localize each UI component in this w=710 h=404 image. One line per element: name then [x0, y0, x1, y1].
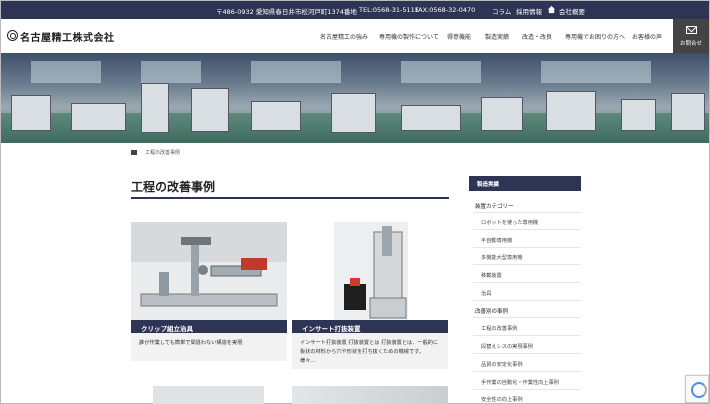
insert-punch-photo: [292, 222, 448, 322]
site-logo[interactable]: 名古屋精工株式会社: [20, 29, 115, 44]
title-underline: [131, 197, 449, 199]
column-link[interactable]: コラム: [492, 6, 511, 16]
breadcrumb-current: 工程の改善事例: [145, 150, 181, 156]
sidebar-category-heading: 装置カテゴリー: [475, 204, 514, 210]
page-title: 工程の改善事例: [131, 180, 216, 194]
sidebar-item-process[interactable]: 工程の改善事例: [481, 325, 517, 332]
card-caption: インサート打抜装置: [292, 320, 448, 333]
nav-functions[interactable]: 得意機能: [447, 32, 471, 41]
sidebar-item-robot[interactable]: ロボットを使った専用機: [481, 219, 538, 226]
nav-voice[interactable]: お客様の声: [632, 32, 662, 41]
sidebar-title: 製造実績: [469, 176, 581, 191]
sidebar-item-changeover[interactable]: 段替えレスの実現事例: [481, 343, 533, 350]
sidebar-item-safety[interactable]: 安全性の向上事例: [481, 396, 523, 403]
nav-strengths[interactable]: 名古屋精工の強み: [320, 32, 368, 41]
sidebar-item-automation[interactable]: 手作業の自動化・作業性向上事例: [481, 379, 559, 386]
site-header: 名古屋精工株式会社 名古屋精工の強み 専用機の製作について 得意機能 製造実績 …: [1, 19, 709, 53]
card-description: 誰が作業しても簡単で間違わない構造を実現: [131, 333, 287, 361]
sidebar-item-jig[interactable]: 治具: [481, 290, 491, 297]
sidebar-item-multi-function[interactable]: 多機能大型専用機: [481, 254, 523, 261]
card-description: インサート打抜装置 打抜装置とは 打抜装置とは、一般的に板状の材料から穴や形状を…: [292, 333, 448, 369]
house-icon: [547, 5, 556, 14]
top-bar: 〒486-0932 愛知県春日井市松河戸町1374番地 TEL:0568-31-…: [1, 1, 709, 19]
recaptcha-badge[interactable]: [685, 375, 709, 403]
address-text: 〒486-0932 愛知県春日井市松河戸町1374番地: [216, 8, 357, 16]
sidebar-improvement-heading: 改善別の事例: [475, 309, 509, 315]
company-link[interactable]: 会社概要: [559, 6, 585, 16]
mail-icon: [686, 26, 697, 34]
nav-production[interactable]: 専用機の製作について: [379, 32, 439, 41]
sidebar-item-semi-auto[interactable]: 半自動専用機: [481, 237, 512, 244]
contact-button[interactable]: お問合せ: [673, 19, 709, 53]
tel-link[interactable]: TEL:0568-31-5111: [359, 6, 419, 14]
contact-label: お問合せ: [679, 41, 702, 47]
recruit-link[interactable]: 採用情報: [516, 6, 542, 16]
card-caption: クリップ組立治具: [131, 320, 287, 333]
clip-jig-photo: [131, 222, 287, 322]
sidebar-item-quality[interactable]: 品質の安定化事例: [481, 361, 523, 368]
logo-icon[interactable]: [7, 30, 18, 41]
home-icon[interactable]: [131, 150, 137, 155]
fax-text: FAX:0568-32-0470: [415, 6, 476, 14]
breadcrumb: 工程の改善事例: [131, 149, 180, 156]
nav-improvement[interactable]: 改造・改良: [522, 32, 552, 41]
hero-factory-image: [1, 53, 709, 143]
nav-trouble[interactable]: 専用機でお困りの方へ: [565, 32, 625, 41]
case-card-image-4[interactable]: [292, 386, 448, 404]
case-card-image-3[interactable]: [153, 386, 264, 404]
nav-results[interactable]: 製造実績: [485, 32, 509, 41]
sidebar-item-transfer[interactable]: 移載装置: [481, 272, 502, 279]
